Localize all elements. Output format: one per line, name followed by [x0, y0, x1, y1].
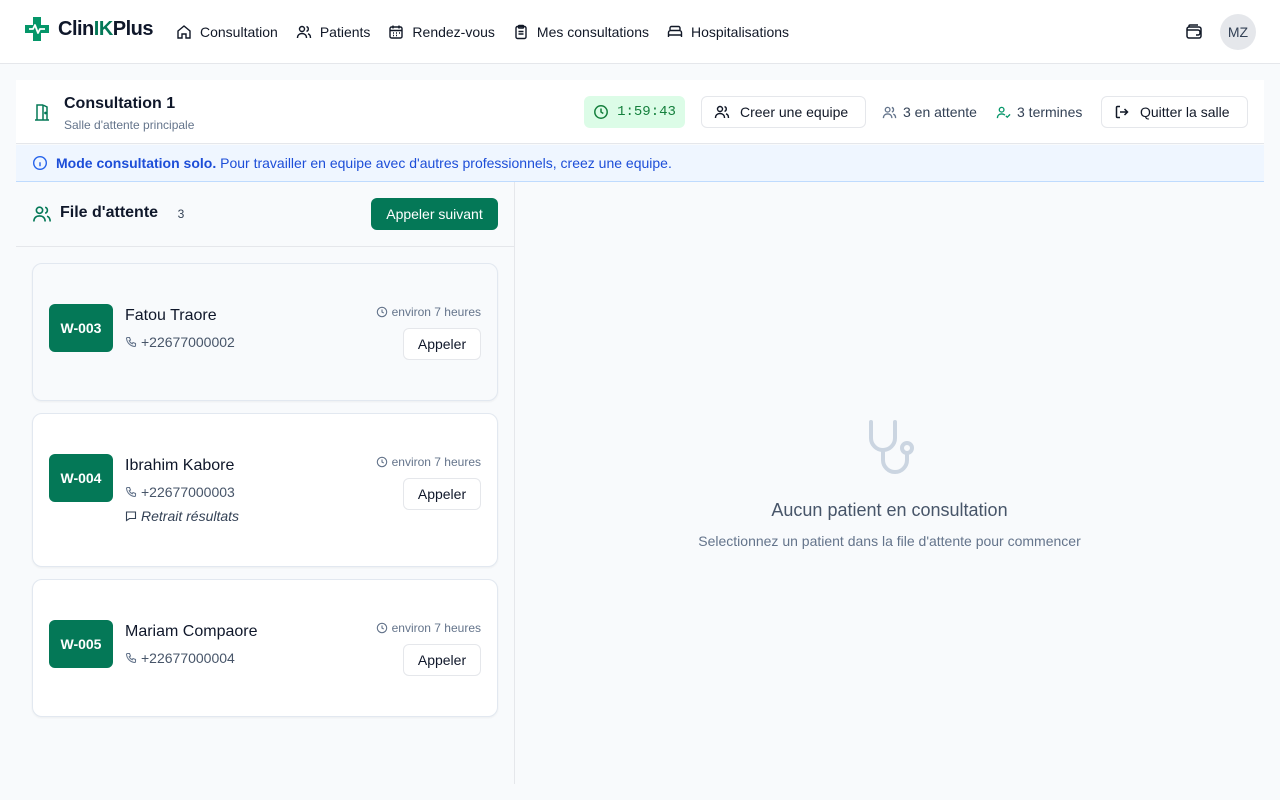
call-patient-button[interactable]: Appeler — [403, 328, 481, 360]
queue-card[interactable]: W-003 Fatou Traore +22677000002 environ … — [32, 263, 498, 401]
waiting-count: 3 en attente — [882, 104, 977, 120]
top-navbar: ClinIKPlus Consultation Patients Rendez-… — [0, 0, 1280, 64]
eta-value: environ 7 heures — [391, 305, 481, 319]
quit-room-label: Quitter la salle — [1140, 104, 1230, 120]
nav-patients[interactable]: Patients — [296, 20, 371, 44]
clock-icon — [594, 105, 609, 119]
main-nav: Consultation Patients Rendez-vous Mes co… — [176, 20, 789, 44]
create-team-label: Creer une equipe — [740, 104, 849, 120]
nav-label: Rendez-vous — [412, 24, 495, 40]
consultation-header: Consultation 1 Salle d'attente principal… — [16, 80, 1264, 144]
info-icon — [32, 155, 48, 171]
nav-consultation[interactable]: Consultation — [176, 20, 278, 44]
consultation-subtitle: Salle d'attente principale — [64, 118, 195, 132]
clock-icon — [376, 456, 387, 468]
phone-value: +22677000002 — [141, 334, 235, 350]
stethoscope-icon — [869, 420, 914, 474]
user-avatar[interactable]: MZ — [1220, 14, 1256, 50]
queue-header: File d'attente 3 Appeler suivant — [16, 182, 514, 247]
quit-room-button[interactable]: Quitter la salle — [1101, 96, 1248, 128]
nav-label: Mes consultations — [536, 24, 649, 40]
done-label: 3 termines — [1017, 104, 1083, 120]
nav-mes-consultations[interactable]: Mes consultations — [513, 20, 649, 44]
waiting-queue-panel: File d'attente 3 Appeler suivant W-003 F… — [16, 182, 515, 784]
clock-icon — [376, 622, 387, 634]
patient-name: Ibrahim Kabore — [125, 457, 235, 474]
message-icon — [125, 511, 137, 522]
logout-icon — [1115, 105, 1129, 119]
patient-name: Mariam Compaore — [125, 623, 258, 640]
home-icon — [177, 25, 191, 39]
nav-label: Hospitalisations — [690, 24, 790, 40]
clock-icon — [376, 306, 387, 318]
call-patient-button[interactable]: Appeler — [403, 478, 481, 510]
phone-value: +22677000003 — [141, 484, 235, 500]
ticket-code: W-005 — [49, 620, 113, 668]
create-team-button[interactable]: Creer une equipe — [701, 96, 866, 128]
banner-text: Mode consultation solo. Pour travailler … — [56, 155, 672, 171]
patient-name: Fatou Traore — [125, 307, 217, 324]
eta-value: environ 7 heures — [391, 455, 481, 469]
phone-icon — [125, 336, 137, 348]
timer-value: 1:59:43 — [617, 104, 676, 120]
nav-rendez-vous[interactable]: Rendez-vous — [388, 20, 495, 44]
call-patient-button[interactable]: Appeler — [403, 644, 481, 676]
wait-eta: environ 7 heures — [376, 455, 481, 469]
brand-name: ClinIKPlus — [58, 17, 154, 40]
consultation-title: Consultation 1 — [64, 95, 176, 112]
consultation-empty-state: Aucun patient en consultation Selectionn… — [515, 182, 1264, 784]
patient-phone: +22677000004 — [125, 650, 235, 666]
queue-card[interactable]: W-005 Mariam Compaore +22677000004 envir… — [32, 579, 498, 717]
nav-hospitalisations[interactable]: Hospitalisations — [667, 20, 789, 44]
wait-eta: environ 7 heures — [376, 621, 481, 635]
patient-phone: +22677000002 — [125, 334, 235, 350]
call-next-button[interactable]: Appeler suivant — [371, 198, 498, 230]
note-value: Retrait résultats — [141, 508, 240, 524]
queue-card[interactable]: W-004 Ibrahim Kabore +22677000003 Retrai… — [32, 413, 498, 567]
calendar-icon — [389, 25, 404, 39]
queue-title: File d'attente — [60, 204, 159, 221]
empty-title: Aucun patient en consultation — [771, 500, 1008, 520]
clipboard-icon — [515, 24, 527, 40]
ticket-code: W-003 — [49, 304, 113, 352]
brand-logo[interactable]: ClinIKPlus — [24, 16, 154, 42]
nav-label: Consultation — [200, 24, 278, 40]
phone-value: +22677000004 — [141, 650, 235, 666]
users-icon — [882, 106, 897, 118]
done-count: 3 termines — [996, 104, 1082, 120]
solo-mode-banner: Mode consultation solo. Pour travailler … — [16, 145, 1264, 182]
queue-count-badge: 3 — [177, 207, 185, 221]
door-icon — [35, 104, 49, 121]
empty-subtitle: Selectionnez un patient dans la file d'a… — [698, 533, 1081, 549]
wallet-icon[interactable] — [1184, 22, 1204, 42]
bed-icon — [667, 25, 683, 37]
ticket-code: W-004 — [49, 454, 113, 502]
eta-value: environ 7 heures — [391, 621, 481, 635]
waiting-label: 3 en attente — [903, 104, 977, 120]
users-icon — [296, 25, 312, 39]
patient-phone: +22677000003 — [125, 484, 235, 500]
users-icon — [714, 105, 730, 119]
user-check-icon — [996, 106, 1011, 118]
nav-label: Patients — [319, 24, 371, 40]
medical-cross-icon — [25, 17, 49, 41]
users-icon — [33, 206, 51, 222]
phone-icon — [125, 486, 137, 498]
phone-icon — [125, 652, 137, 664]
consultation-timer: 1:59:43 — [584, 96, 685, 128]
patient-note: Retrait résultats — [125, 508, 239, 524]
wait-eta: environ 7 heures — [376, 305, 481, 319]
